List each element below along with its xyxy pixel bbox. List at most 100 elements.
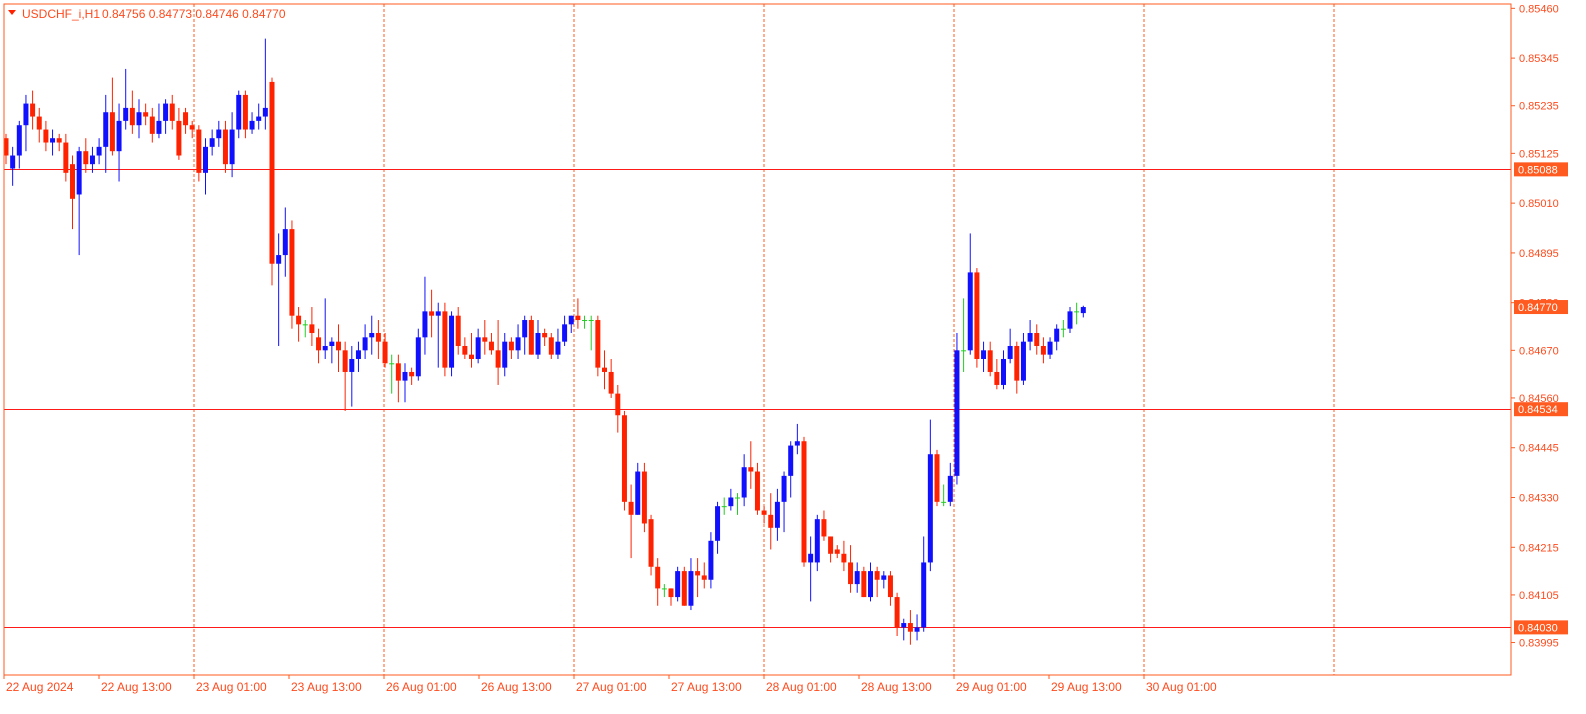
candle-body — [661, 588, 667, 590]
price-tick-label: 0.83995 — [1519, 638, 1559, 650]
candle-body — [1054, 328, 1060, 342]
candle-body — [435, 311, 441, 316]
current-price-tag: 0.84770 — [1518, 302, 1558, 314]
candle-body — [209, 138, 215, 147]
candle-body — [808, 553, 814, 563]
candle-body — [475, 337, 481, 359]
candle-body — [602, 367, 607, 372]
candle-body — [1067, 311, 1073, 329]
candle-body — [1027, 333, 1033, 342]
candle-body — [256, 116, 262, 121]
time-tick-label: 27 Aug 13:00 — [671, 680, 742, 694]
candle-body — [362, 337, 368, 351]
candle-body — [70, 164, 75, 199]
candle-body — [429, 311, 435, 316]
candle-body — [336, 341, 341, 351]
candle-body — [854, 571, 860, 585]
candle-body — [522, 320, 528, 338]
level-price-tag: 0.85088 — [1518, 164, 1558, 176]
candle-body — [1040, 345, 1046, 355]
candle-body — [794, 441, 800, 446]
candle-body — [89, 155, 95, 165]
candle-body — [409, 371, 415, 377]
candle-body — [56, 138, 62, 143]
candle-body — [296, 315, 302, 325]
price-tick-label: 0.85010 — [1519, 198, 1559, 210]
candlestick-chart[interactable]: 0.85460 0.85345 0.85235 0.85125 0.85010 0.848… — [0, 0, 1586, 709]
candle-body — [981, 350, 987, 359]
candle-body — [1074, 311, 1080, 313]
time-tick-label: 23 Aug 01:00 — [196, 680, 267, 694]
candle-body — [921, 562, 927, 628]
candle-body — [242, 94, 248, 130]
candle-body — [1001, 358, 1006, 385]
candle-body — [715, 506, 721, 541]
time-tick-label: 23 Aug 13:00 — [291, 680, 362, 694]
candle-body — [169, 103, 175, 121]
candle-body — [322, 345, 328, 351]
candle-body — [628, 501, 634, 515]
candle-body — [994, 371, 1000, 385]
candle-body — [316, 337, 322, 351]
candle-body — [502, 341, 508, 368]
candle-body — [16, 125, 22, 156]
candle-body — [648, 519, 654, 567]
candle-body — [961, 350, 967, 352]
candle-body — [1034, 333, 1040, 346]
candle-body — [801, 441, 807, 563]
candle-body — [588, 320, 594, 322]
candle-body — [309, 324, 315, 334]
candle-body — [1080, 307, 1086, 314]
time-tick-label: 26 Aug 13:00 — [481, 680, 552, 694]
candle-body — [216, 129, 222, 139]
level-price-tag: 0.84534 — [1518, 404, 1558, 416]
candle-body — [728, 497, 734, 507]
time-tick-label: 26 Aug 01:00 — [386, 680, 457, 694]
candle-body — [129, 107, 135, 126]
candle-body — [30, 103, 36, 117]
candle-body — [43, 129, 49, 143]
candle-body — [987, 350, 993, 372]
level-price-tag: 0.84030 — [1518, 622, 1558, 634]
candle-body — [555, 341, 561, 355]
candle-body — [422, 311, 428, 338]
candle-body — [974, 272, 980, 359]
candle-body — [222, 129, 228, 165]
time-tick-label: 29 Aug 13:00 — [1051, 680, 1122, 694]
candle-body — [907, 623, 913, 632]
candle-body — [754, 471, 760, 511]
candle-body — [176, 120, 182, 156]
candle-body — [914, 627, 920, 632]
candle-body — [701, 575, 707, 580]
candle-body — [967, 272, 973, 351]
candle-body — [203, 146, 208, 173]
candle-body — [528, 320, 534, 355]
candle-body — [675, 571, 681, 598]
candle-body — [841, 553, 847, 563]
candle-body — [901, 623, 907, 628]
candle-body — [821, 519, 827, 537]
candle-body — [123, 107, 129, 121]
candle-body — [615, 393, 621, 416]
candle-body — [688, 571, 694, 606]
price-tick-label: 0.84670 — [1519, 345, 1559, 357]
candle-body — [269, 81, 275, 264]
candle-body — [641, 471, 647, 524]
time-tick-label: 22 Aug 13:00 — [101, 680, 172, 694]
candle-body — [342, 350, 348, 372]
price-tick-label: 0.84330 — [1519, 493, 1559, 505]
candle-body — [1014, 345, 1020, 381]
candle-body — [229, 129, 235, 165]
chart-window[interactable]: 0.85460 0.85345 0.85235 0.85125 0.85010 0.848… — [0, 0, 1586, 709]
candle-body — [535, 333, 541, 355]
candle-body — [116, 120, 122, 152]
candle-body — [276, 255, 282, 264]
candle-body — [887, 575, 893, 598]
candle-body — [695, 571, 701, 576]
time-tick-label: 30 Aug 01:00 — [1146, 680, 1217, 694]
price-tick-label: 0.84895 — [1519, 248, 1559, 260]
candle-body — [761, 510, 767, 515]
candle-body — [814, 519, 820, 563]
candle-body — [488, 341, 494, 351]
symbol-label: USDCHF_i,H1 — [22, 7, 100, 21]
